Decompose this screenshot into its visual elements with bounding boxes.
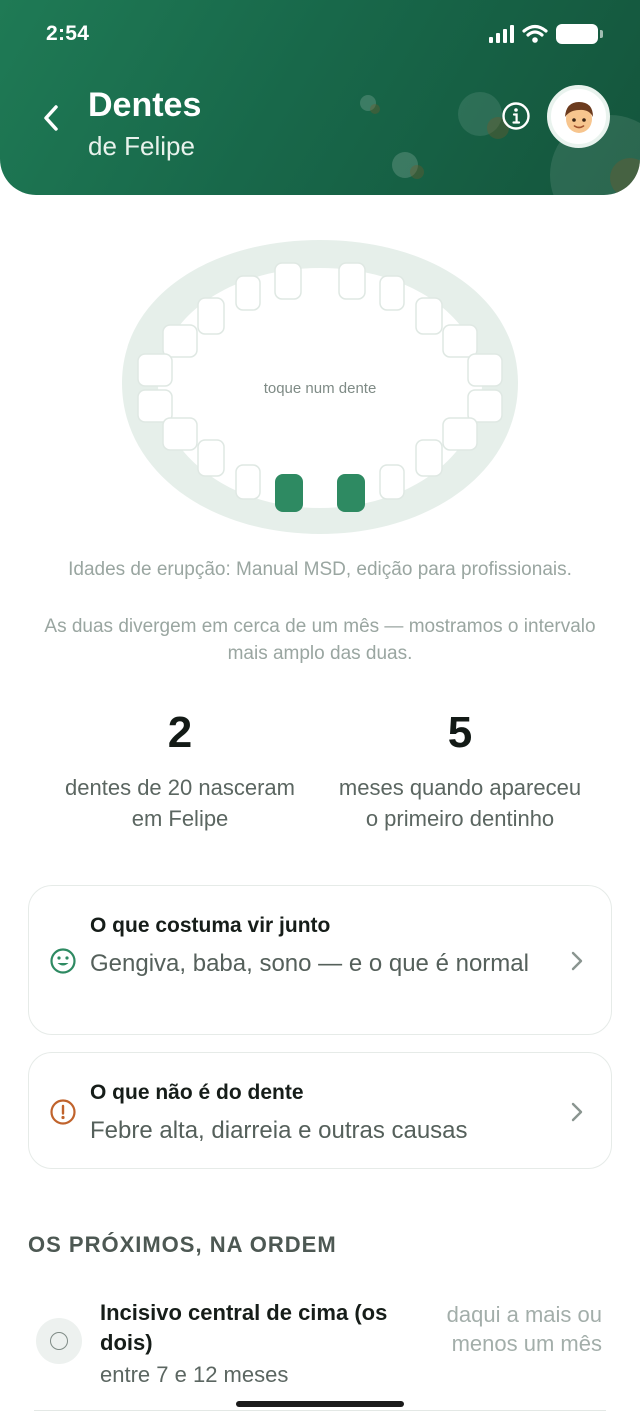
source-note-line-2: As duas divergem em cerca de um mês — mo… [44,616,596,664]
stat-value: 5 [447,708,473,757]
alert-icon [50,1099,76,1125]
chevron-left-icon [44,105,58,131]
stat-label: dentes de 20 nasceram em Felipe [65,775,295,831]
card-what-comes-with[interactable]: O que costuma vir junto Gengiva, baba, s… [28,885,612,1035]
tooth-lower-lateral-incisor-right[interactable] [379,464,405,500]
info-icon[interactable] [501,101,531,131]
home-indicator [236,1401,404,1407]
card-description: Febre alta, diarreia e outras causas [90,1117,468,1144]
stat-first-tooth-age: 5 meses quando apareceu o primeiro denti… [330,708,590,834]
stat-value: 2 [167,708,193,757]
next-tooth-name: Incisivo central de cima (os dois) [100,1300,388,1355]
cellular-signal-icon [489,25,514,43]
smile-icon [50,948,76,974]
header-decoration [410,165,424,179]
tooth-lower-central-incisor-left[interactable] [275,474,303,512]
back-button[interactable] [34,98,68,138]
stat-label: meses quando apareceu o primeiro dentinh… [338,775,582,831]
tooth-upper-canine-left[interactable] [197,297,225,335]
avatar[interactable] [547,85,610,148]
tooth-upper-canine-right[interactable] [415,297,443,335]
list-item[interactable]: Incisivo central de cima (os dois) entre… [34,1290,606,1408]
status-icons [489,24,603,44]
tooth-upper-central-incisor-left[interactable] [274,262,302,300]
source-note-line-1: Idades de erupção: Manual MSD, edição pa… [68,559,572,580]
tooth-upper-central-incisor-right[interactable] [338,262,366,300]
teeth-chart-hint: toque num dente [263,380,377,397]
card-title: O que costuma vir junto [90,914,331,937]
tooth-lower-canine-left[interactable] [197,439,225,477]
section-title: OS PRÓXIMOS, NA ORDEM [28,1232,337,1257]
tooth-upper-lateral-incisor-right[interactable] [379,275,405,311]
tooth-lower-lateral-incisor-left[interactable] [235,464,261,500]
boy-avatar-icon [564,101,593,133]
tooth-lower-first-molar-left[interactable] [162,417,198,451]
tooth-upper-lateral-incisor-left[interactable] [235,275,261,311]
tooth-upper-first-molar-right[interactable] [442,324,478,358]
tooth-lower-first-molar-right[interactable] [442,417,478,451]
app-header: 2:54 Dentes de Felipe [0,0,640,195]
next-tooth-eta: daqui a mais ou menos um mês [446,1302,602,1356]
tooth-lower-central-incisor-right[interactable] [337,474,365,512]
tooth-status-icon [36,1318,82,1364]
tooth-upper-first-molar-left[interactable] [162,324,198,358]
stat-teeth-count: 2 dentes de 20 nasceram em Felipe [50,708,310,834]
divider [34,1410,606,1411]
header-decoration [610,158,640,195]
page-title: Dentes [88,86,202,124]
card-title: O que não é do dente [90,1081,304,1104]
tooth-lower-canine-right[interactable] [415,439,443,477]
header-decoration [370,104,380,114]
chevron-right-icon [571,951,583,971]
card-not-from-teeth[interactable]: O que não é do dente Febre alta, diarrei… [28,1052,612,1169]
card-description: Gengiva, baba, sono — e o que é normal [90,950,529,977]
next-tooth-range: entre 7 e 12 meses [100,1362,289,1387]
wifi-icon [522,24,548,43]
page-subtitle: de Felipe [88,131,195,161]
battery-icon [556,24,603,44]
chevron-right-icon [571,1102,583,1122]
status-time: 2:54 [46,22,90,45]
